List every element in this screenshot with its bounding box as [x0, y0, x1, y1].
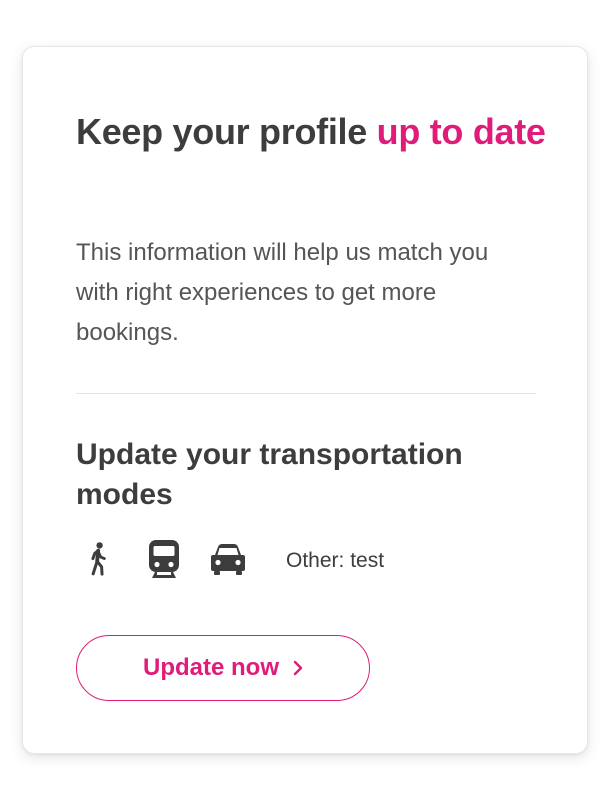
walking-icon: [76, 542, 120, 576]
update-now-label: Update now: [143, 654, 279, 681]
car-icon: [206, 543, 250, 575]
divider: [76, 393, 536, 394]
card-description: This information will help us match you …: [76, 239, 489, 346]
title-main: Keep your profile: [76, 111, 377, 152]
update-now-button[interactable]: Update now: [76, 635, 370, 701]
transportation-section-title: Update your transportation modes: [76, 438, 463, 511]
transportation-modes: Other: test: [76, 537, 384, 581]
chevron-right-icon: [293, 660, 303, 676]
other-mode-label: Other: test: [286, 549, 385, 572]
card-title: Keep your profile up to date: [76, 105, 546, 158]
title-accent: up to date: [376, 111, 546, 152]
profile-update-card: Keep your profile up to date This inform…: [22, 46, 588, 754]
train-icon: [142, 539, 186, 579]
